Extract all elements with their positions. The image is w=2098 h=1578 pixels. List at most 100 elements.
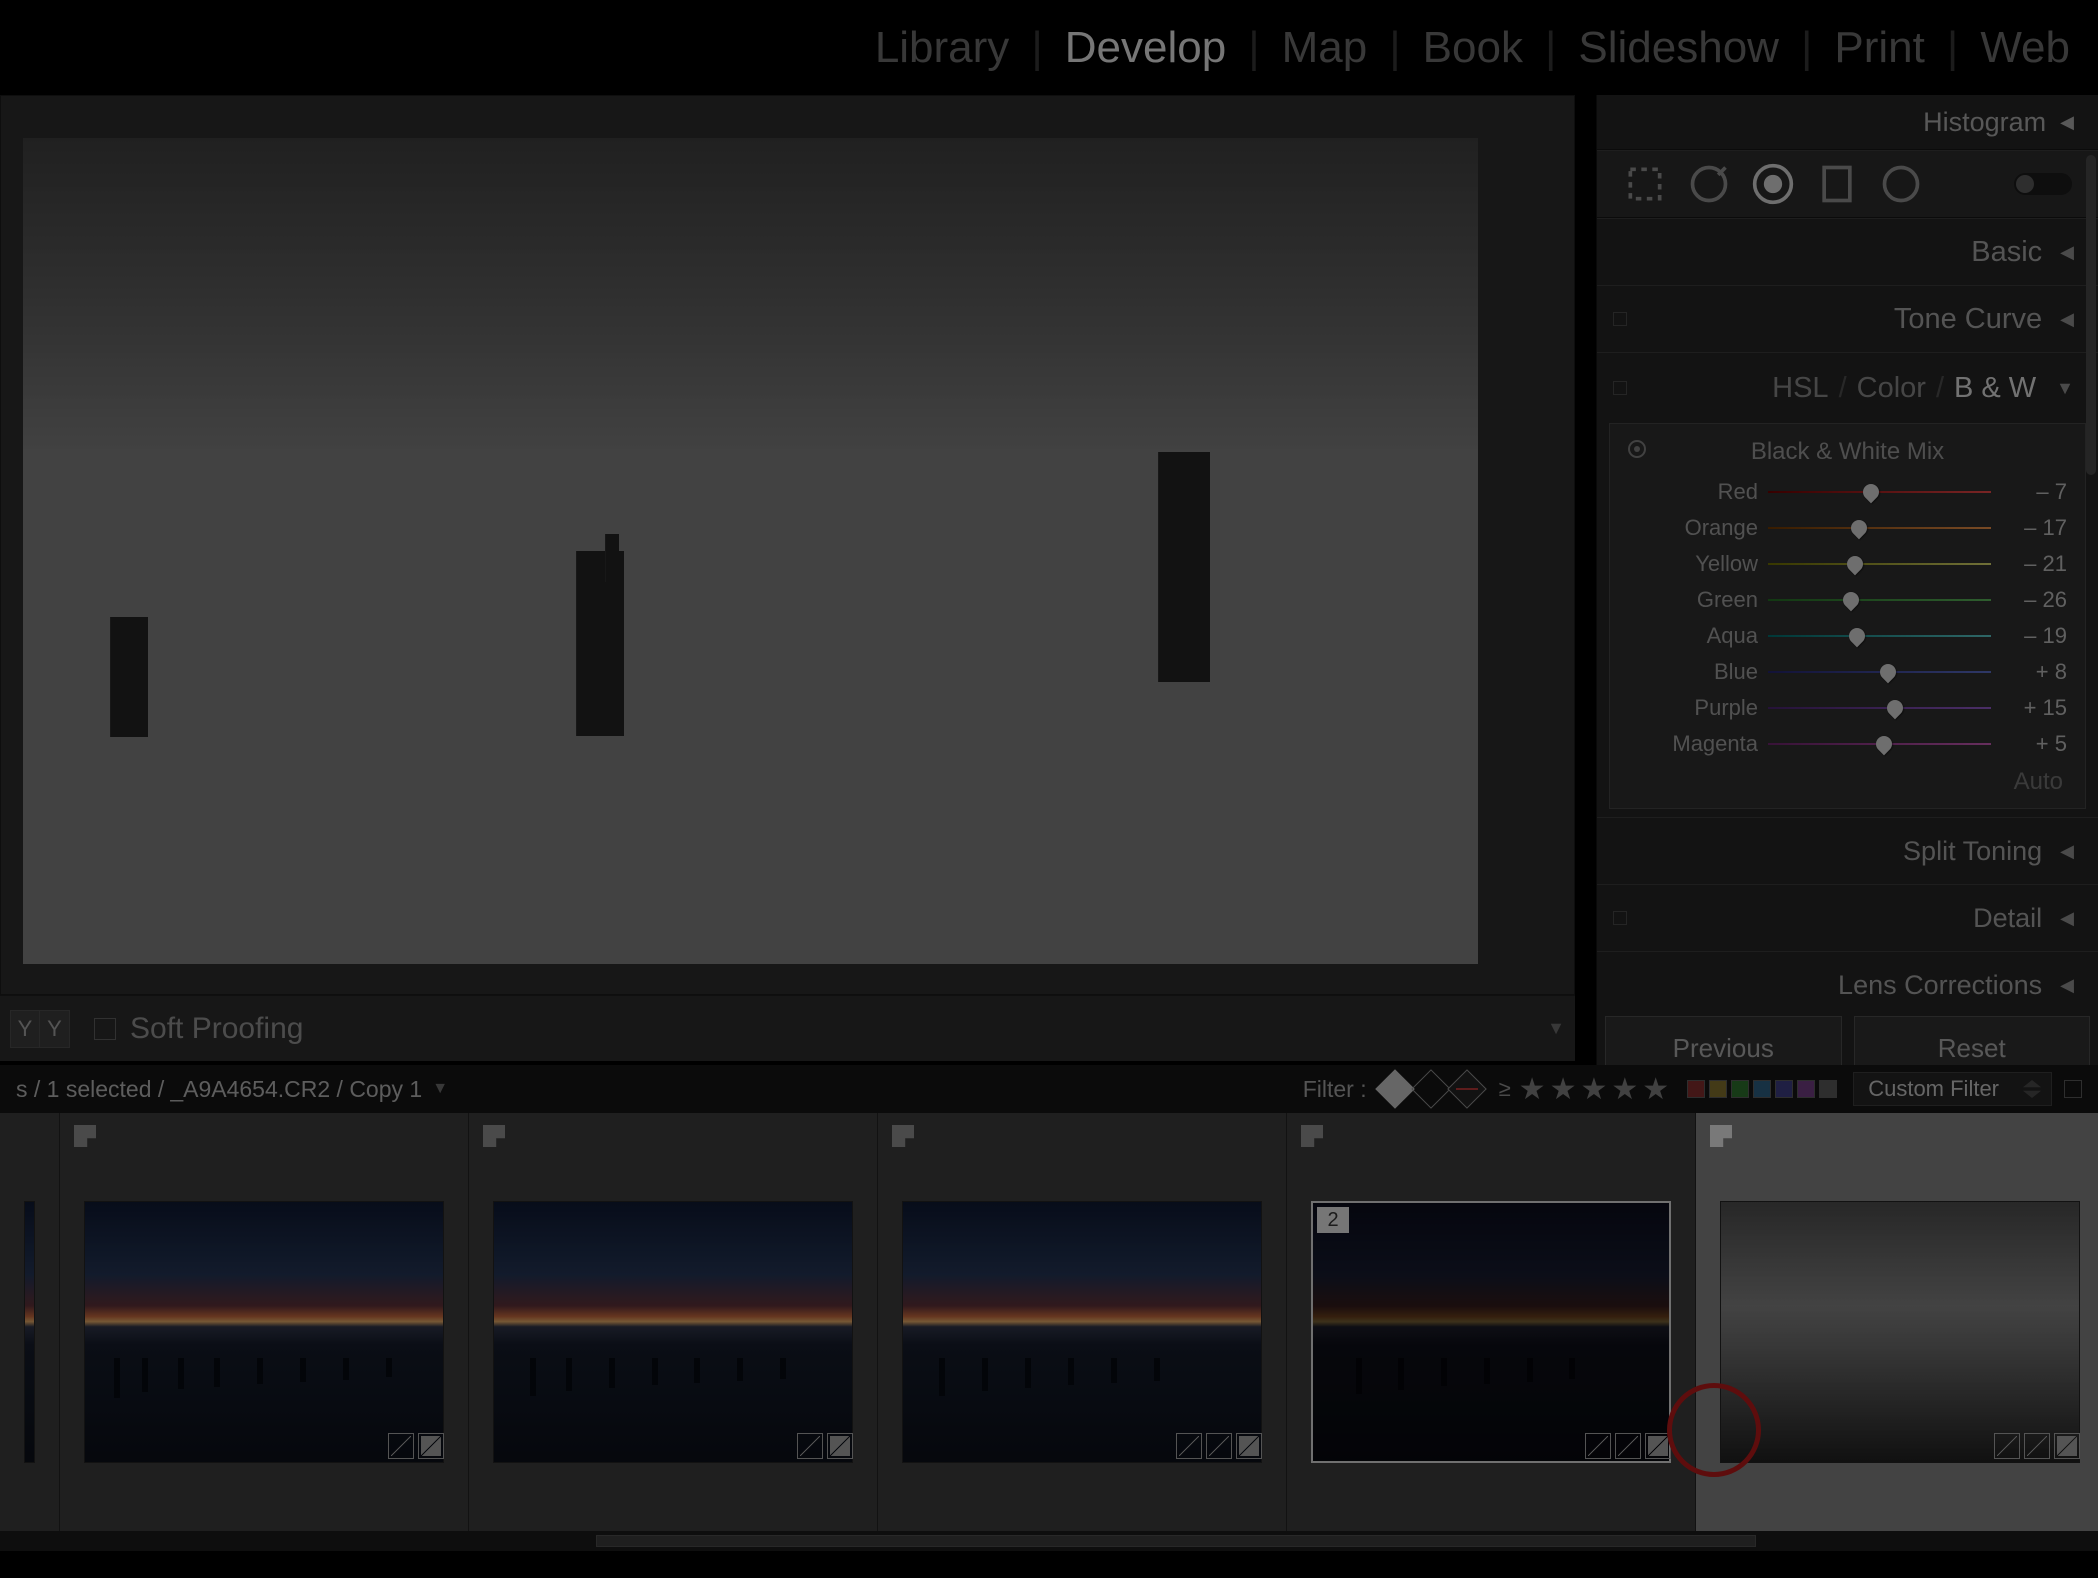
right-panel-scrollbar[interactable] bbox=[2084, 155, 2098, 1012]
crop-tool-icon[interactable] bbox=[1623, 162, 1667, 206]
bw-green-value[interactable]: – 26 bbox=[1991, 587, 2067, 613]
bw-red-value[interactable]: – 7 bbox=[1991, 479, 2067, 505]
thumbnail-selected[interactable] bbox=[1696, 1113, 2098, 1551]
panel-switch-icon[interactable] bbox=[1613, 312, 1627, 326]
lens-corrections-label: Lens Corrections bbox=[1838, 970, 2042, 1001]
color-blue-icon[interactable] bbox=[1753, 1080, 1771, 1098]
adjustment-brush-toggle[interactable] bbox=[2014, 173, 2072, 195]
bw-green-slider[interactable] bbox=[1768, 595, 1991, 605]
graduated-filter-tool-icon[interactable] bbox=[1815, 162, 1859, 206]
collapse-icon: ◀ bbox=[2060, 112, 2074, 133]
lens-corrections-panel-header[interactable]: Lens Corrections ◀ bbox=[1613, 962, 2074, 1008]
color-purple-icon[interactable] bbox=[1775, 1080, 1793, 1098]
before-after-right-icon[interactable]: Y bbox=[40, 1010, 70, 1048]
before-after-left-icon[interactable]: Y bbox=[10, 1010, 40, 1048]
breadcrumb-dropdown-icon[interactable]: ▼ bbox=[432, 1080, 448, 1098]
soft-proofing-checkbox[interactable] bbox=[94, 1018, 116, 1040]
flag-icon[interactable] bbox=[892, 1125, 914, 1147]
bw-orange-value[interactable]: – 17 bbox=[1991, 515, 2067, 541]
star-3-icon[interactable]: ★ bbox=[1580, 1072, 1607, 1107]
bw-auto-button[interactable]: Auto bbox=[1628, 762, 2067, 796]
hsl-tab[interactable]: HSL bbox=[1766, 372, 1834, 405]
tab-develop[interactable]: Develop bbox=[1057, 23, 1234, 73]
flag-icon[interactable] bbox=[74, 1125, 96, 1147]
flag-picked-icon[interactable] bbox=[1375, 1069, 1415, 1109]
bw-magenta-slider[interactable] bbox=[1768, 739, 1991, 749]
bw-yellow-value[interactable]: – 21 bbox=[1991, 551, 2067, 577]
bw-aqua-slider[interactable] bbox=[1768, 631, 1991, 641]
rating-geq-icon[interactable]: ≥ bbox=[1499, 1076, 1511, 1102]
selection-status: s / 1 selected / bbox=[16, 1076, 164, 1103]
has-crop-icon bbox=[418, 1433, 444, 1459]
bw-aqua-value[interactable]: – 19 bbox=[1991, 623, 2067, 649]
flag-unflagged-icon[interactable] bbox=[1411, 1069, 1451, 1109]
tool-strip bbox=[1597, 150, 2098, 218]
flag-icon[interactable] bbox=[483, 1125, 505, 1147]
module-nav: Library | Develop | Map | Book | Slidesh… bbox=[0, 0, 2098, 95]
flag-rejected-icon[interactable] bbox=[1447, 1069, 1487, 1109]
bw-blue-value[interactable]: + 8 bbox=[1991, 659, 2067, 685]
red-eye-tool-icon[interactable] bbox=[1751, 162, 1795, 206]
thumbnail[interactable]: 2 bbox=[1287, 1113, 1696, 1551]
thumbnail[interactable] bbox=[878, 1113, 1287, 1551]
filter-preset-select[interactable]: Custom Filter bbox=[1853, 1072, 2052, 1106]
image-canvas-frame bbox=[23, 138, 1478, 964]
bw-yellow-slider[interactable] bbox=[1768, 559, 1991, 569]
file-breadcrumb[interactable]: _A9A4654.CR2 / Copy 1 bbox=[170, 1076, 422, 1103]
radial-filter-tool-icon[interactable] bbox=[1879, 162, 1923, 206]
color-none-icon[interactable] bbox=[1819, 1080, 1837, 1098]
tab-book[interactable]: Book bbox=[1415, 23, 1531, 73]
tab-print[interactable]: Print bbox=[1826, 23, 1932, 73]
bw-purple-value[interactable]: + 15 bbox=[1991, 695, 2067, 721]
tab-web[interactable]: Web bbox=[1972, 23, 2078, 73]
color-yellow-icon[interactable] bbox=[1709, 1080, 1727, 1098]
stack-count-badge[interactable]: 2 bbox=[1317, 1207, 1349, 1233]
bw-aqua-label: Aqua bbox=[1628, 623, 1768, 649]
star-4-icon[interactable]: ★ bbox=[1611, 1072, 1638, 1107]
bw-purple-slider[interactable] bbox=[1768, 703, 1991, 713]
detail-label: Detail bbox=[1973, 903, 2042, 934]
bw-yellow-label: Yellow bbox=[1628, 551, 1768, 577]
targeted-adjustment-tool-icon[interactable] bbox=[1628, 440, 1646, 458]
panel-switch-icon[interactable] bbox=[1613, 911, 1627, 925]
thumbnail-partial[interactable] bbox=[0, 1113, 60, 1551]
color-tab[interactable]: Color bbox=[1851, 372, 1932, 405]
has-crop-icon bbox=[827, 1433, 853, 1459]
bw-orange-slider[interactable] bbox=[1768, 523, 1991, 533]
split-toning-panel-header[interactable]: Split Toning ◀ bbox=[1613, 828, 2074, 874]
thumbnail[interactable] bbox=[469, 1113, 878, 1551]
thumbnail[interactable] bbox=[60, 1113, 469, 1551]
flag-icon[interactable] bbox=[1710, 1125, 1732, 1147]
color-label-filter bbox=[1687, 1080, 1837, 1098]
spot-removal-tool-icon[interactable] bbox=[1687, 162, 1731, 206]
basic-panel-header[interactable]: Basic ◀ bbox=[1613, 229, 2074, 275]
toolbar-menu-icon[interactable]: ▼ bbox=[1547, 1018, 1565, 1039]
bw-blue-slider[interactable] bbox=[1768, 667, 1991, 677]
bw-tab[interactable]: B & W bbox=[1948, 372, 2042, 405]
tab-library[interactable]: Library bbox=[867, 23, 1018, 73]
color-green-icon[interactable] bbox=[1731, 1080, 1749, 1098]
star-1-icon[interactable]: ★ bbox=[1519, 1072, 1546, 1107]
detail-panel-header[interactable]: Detail ◀ bbox=[1613, 895, 2074, 941]
panel-switch-icon[interactable] bbox=[1613, 381, 1627, 395]
filmstrip: 2 bbox=[0, 1113, 2098, 1551]
hsl-panel-header[interactable]: HSL / Color / B & W ▼ bbox=[1613, 363, 2074, 413]
tab-slideshow[interactable]: Slideshow bbox=[1570, 23, 1787, 73]
expand-icon: ▼ bbox=[2056, 378, 2074, 399]
color-magenta-icon[interactable] bbox=[1797, 1080, 1815, 1098]
flag-icon[interactable] bbox=[1301, 1125, 1323, 1147]
main-image[interactable] bbox=[23, 138, 1478, 964]
bw-red-slider[interactable] bbox=[1768, 487, 1991, 497]
color-red-icon[interactable] bbox=[1687, 1080, 1705, 1098]
tab-map[interactable]: Map bbox=[1274, 23, 1376, 73]
preview-toolbar: Y Y Soft Proofing ▼ bbox=[0, 995, 1575, 1061]
bw-purple-label: Purple bbox=[1628, 695, 1768, 721]
filmstrip-scrollbar[interactable] bbox=[0, 1531, 2098, 1551]
star-2-icon[interactable]: ★ bbox=[1550, 1072, 1577, 1107]
filter-lock-icon[interactable] bbox=[2064, 1080, 2082, 1098]
tone-curve-panel-header[interactable]: Tone Curve ◀ bbox=[1613, 296, 2074, 342]
bw-magenta-value[interactable]: + 5 bbox=[1991, 731, 2067, 757]
view-mode-segment[interactable]: Y Y bbox=[10, 1010, 70, 1048]
star-5-icon[interactable]: ★ bbox=[1642, 1072, 1669, 1107]
histogram-panel-header[interactable]: Histogram ◀ bbox=[1597, 95, 2098, 150]
